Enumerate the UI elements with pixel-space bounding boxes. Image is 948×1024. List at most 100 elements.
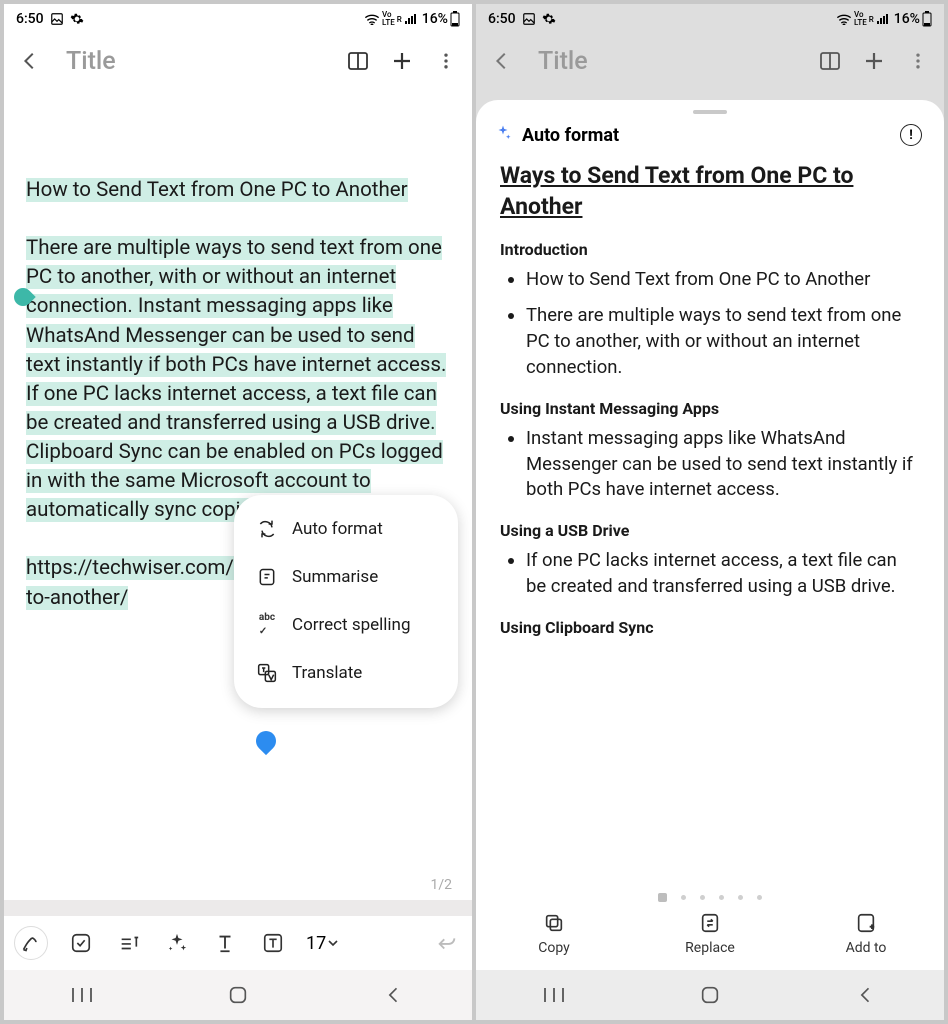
app-header: Title: [4, 34, 472, 88]
gallery-icon: [50, 12, 64, 26]
selection-end-handle[interactable]: [252, 727, 280, 755]
back-button[interactable]: [379, 980, 409, 1010]
add-to-button[interactable]: Add to: [788, 910, 944, 956]
recents-button[interactable]: [67, 980, 97, 1010]
indicator-dot: [719, 895, 724, 900]
wifi-icon: [364, 13, 380, 25]
action-label: Add to: [846, 940, 887, 956]
list-item: There are multiple ways to send text fro…: [526, 303, 920, 381]
gallery-icon: [522, 12, 536, 26]
note-paragraph[interactable]: There are multiple ways to send text fro…: [26, 236, 446, 522]
divider: [4, 900, 472, 916]
nav-bar: [476, 970, 944, 1020]
indicator-active: [658, 893, 667, 902]
battery-percent: 16%: [422, 11, 448, 27]
sheet-body[interactable]: Ways to Send Text from One PC to Another…: [476, 156, 944, 877]
summarise-icon: [256, 566, 278, 588]
section-heading: Using Instant Messaging Apps: [500, 399, 920, 418]
sparkle-icon: [494, 124, 512, 146]
auto-format-icon: [256, 518, 278, 540]
home-button[interactable]: [223, 980, 253, 1010]
list-item: How to Send Text from One PC to Another: [526, 267, 920, 293]
bullet-list: How to Send Text from One PC to Another …: [500, 267, 920, 381]
text-format-button[interactable]: [210, 928, 240, 958]
battery-icon: [922, 11, 932, 27]
note-title-line[interactable]: How to Send Text from One PC to Another: [26, 178, 408, 202]
page-indicator[interactable]: [476, 877, 944, 906]
volte-indicator: VoLTE: [382, 11, 395, 27]
list-item: Instant messaging apps like WhatsAnd Mes…: [526, 426, 920, 504]
bullet-list: If one PC lacks internet access, a text …: [500, 548, 920, 600]
right-screen: 6:50 VoLTE R 16% Title Auto format ! Way…: [476, 4, 944, 1020]
bullet-list: Instant messaging apps like WhatsAnd Mes…: [500, 426, 920, 504]
ctx-summarise[interactable]: Summarise: [234, 553, 458, 601]
wifi-icon: [836, 13, 852, 25]
info-icon[interactable]: !: [900, 124, 922, 146]
list-item: If one PC lacks internet access, a text …: [526, 548, 920, 600]
page-title[interactable]: Title: [66, 47, 328, 76]
sheet-grabber[interactable]: [693, 110, 727, 114]
doc-title: Ways to Send Text from One PC to Another: [500, 160, 920, 222]
ctx-label: Correct spelling: [292, 613, 411, 637]
ai-sparkle-button[interactable]: [162, 928, 192, 958]
roaming-indicator: R: [869, 15, 874, 24]
section-heading: Using Clipboard Sync: [500, 618, 920, 637]
ctx-translate[interactable]: Translate: [234, 649, 458, 697]
ctx-label: Translate: [292, 661, 362, 685]
home-button[interactable]: [695, 980, 725, 1010]
indicator-dot: [757, 895, 762, 900]
status-time: 6:50: [488, 11, 516, 27]
pen-tool-button[interactable]: [14, 926, 48, 960]
text-box-button[interactable]: [258, 928, 288, 958]
more-icon[interactable]: [904, 47, 932, 75]
app-header: Title: [476, 34, 944, 88]
back-icon[interactable]: [16, 47, 44, 75]
nav-bar: [4, 970, 472, 1020]
translate-icon: [256, 662, 278, 684]
undo-button[interactable]: [432, 928, 462, 958]
reader-icon[interactable]: [816, 47, 844, 75]
plus-icon[interactable]: [860, 47, 888, 75]
battery-icon: [450, 11, 460, 27]
copy-icon: [541, 910, 567, 936]
roaming-indicator: R: [397, 15, 402, 24]
gear-icon: [70, 12, 84, 26]
indicator-dot: [738, 895, 743, 900]
note-body[interactable]: How to Send Text from One PC to Another …: [4, 88, 472, 900]
context-menu: Auto format Summarise abc✓ Correct spell…: [234, 495, 458, 708]
page-counter: 1/2: [430, 876, 452, 896]
page-title[interactable]: Title: [538, 47, 800, 76]
spelling-icon: abc✓: [256, 614, 278, 636]
plus-icon[interactable]: [388, 47, 416, 75]
text-style-button[interactable]: [114, 928, 144, 958]
ctx-label: Summarise: [292, 565, 378, 589]
back-icon[interactable]: [488, 47, 516, 75]
auto-format-sheet: Auto format ! Ways to Send Text from One…: [476, 100, 944, 970]
status-bar: 6:50 VoLTE R 16%: [476, 4, 944, 34]
ctx-label: Auto format: [292, 517, 383, 541]
volte-indicator: VoLTE: [854, 11, 867, 27]
status-time: 6:50: [16, 11, 44, 27]
more-icon[interactable]: [432, 47, 460, 75]
chevron-down-icon: [328, 938, 338, 948]
indicator-dot: [681, 895, 686, 900]
back-button[interactable]: [851, 980, 881, 1010]
checkbox-tool-button[interactable]: [66, 928, 96, 958]
reader-icon[interactable]: [344, 47, 372, 75]
sheet-actions: Copy Replace Add to: [476, 906, 944, 970]
status-bar: 6:50 VoLTE R 16%: [4, 4, 472, 34]
indicator-dot: [700, 895, 705, 900]
recents-button[interactable]: [539, 980, 569, 1010]
copy-button[interactable]: Copy: [476, 910, 632, 956]
left-screen: 6:50 VoLTE R 16% Title How to Send Text …: [4, 4, 472, 1020]
gear-icon: [542, 12, 556, 26]
font-size-value: 17: [306, 933, 326, 954]
ctx-auto-format[interactable]: Auto format: [234, 505, 458, 553]
ctx-correct-spelling[interactable]: abc✓ Correct spelling: [234, 601, 458, 649]
signal-icon: [404, 13, 418, 25]
font-size-selector[interactable]: 17: [306, 933, 338, 954]
replace-button[interactable]: Replace: [632, 910, 788, 956]
signal-icon: [876, 13, 890, 25]
section-heading: Introduction: [500, 240, 920, 259]
action-label: Copy: [538, 940, 570, 956]
